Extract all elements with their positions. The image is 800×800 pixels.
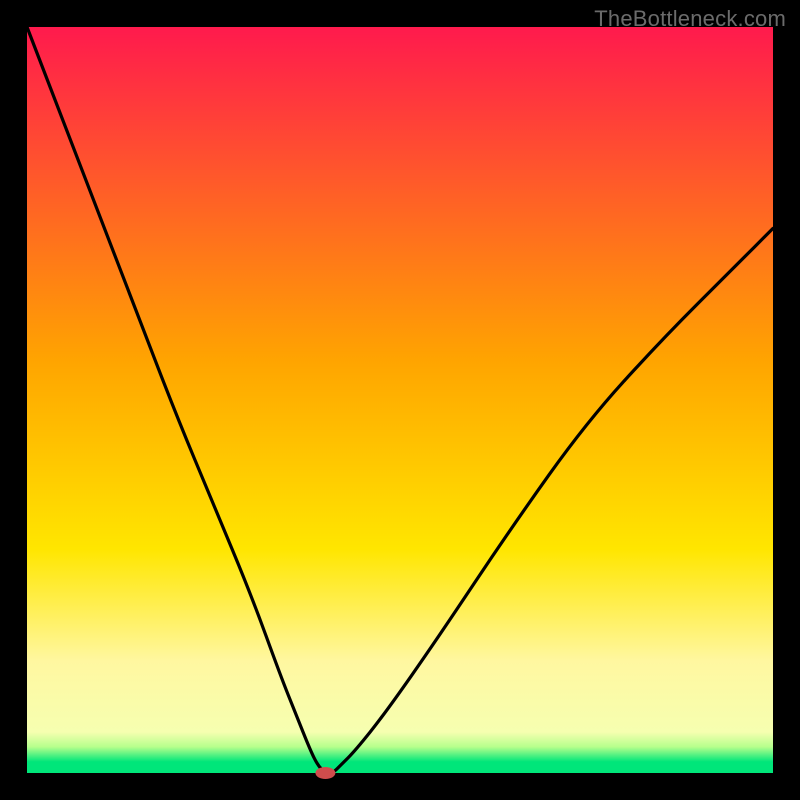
chart-frame: TheBottleneck.com [0, 0, 800, 800]
optimal-point-marker [315, 767, 335, 779]
watermark-text: TheBottleneck.com [594, 6, 786, 32]
plot-background [27, 27, 773, 773]
bottleneck-chart-svg [0, 0, 800, 800]
